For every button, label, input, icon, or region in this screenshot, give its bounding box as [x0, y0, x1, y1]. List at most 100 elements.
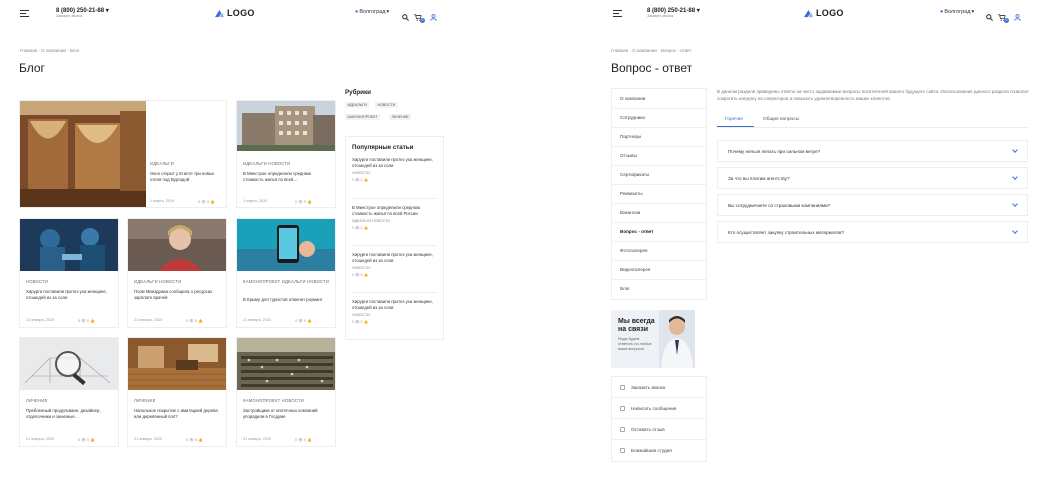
- menu-item-requisites[interactable]: Реквизиты: [620, 191, 643, 196]
- popular-item-category[interactable]: НОВОСТИ: [352, 171, 438, 175]
- card-category[interactable]: КАМОНОПРОЕКТ ИДЕАЛЬГИ НОВОСТИ: [243, 279, 333, 285]
- card-category[interactable]: ИДЕАЛЬГИ: [150, 161, 174, 166]
- card-title[interactable]: Пребленный продульваин, дизайнер, отдело…: [26, 408, 112, 420]
- blog-card[interactable]: КАМОНОПРОЕКТ НОВОСТИ Застройщики от ипот…: [236, 337, 336, 447]
- menu-item-faq[interactable]: Вопрос - ответ: [620, 229, 654, 234]
- logo-text: LOGO: [816, 8, 844, 18]
- menu-item-certificates[interactable]: Сертификаты: [620, 172, 649, 177]
- card-title[interactable]: Поэм Минздрава сообщила о ресурсах зарпл…: [134, 289, 220, 301]
- popular-item-stats: 0 👁 0 👍: [352, 273, 369, 277]
- blog-card[interactable]: ИДЕАЛЬГИ Окно открыт у Египте три новых …: [19, 100, 227, 208]
- promo-title: Мы всегда на связи: [618, 318, 655, 333]
- header-contacts[interactable]: 8 (800) 250-21-88 ▾ Заказать звонок: [56, 7, 109, 18]
- logo-icon: [215, 9, 224, 17]
- card-category[interactable]: ИДЕАЛЬГИ НОВОСТИ: [243, 161, 290, 166]
- menu-icon[interactable]: [20, 10, 29, 17]
- faq-question[interactable]: За что вы платим агентству?: [728, 176, 790, 181]
- faq-item[interactable]: Кто осуществляет закупку строительных ма…: [717, 221, 1028, 243]
- callback-link[interactable]: Заказать звонок: [647, 14, 700, 18]
- card-title[interactable]: Хирурги поставили протез уха женщине, от…: [26, 289, 112, 301]
- search-icon[interactable]: [402, 13, 409, 21]
- blog-card-image: [237, 219, 335, 271]
- card-category[interactable]: ЛИЧЕНИЕ: [26, 398, 48, 403]
- menu-item-vacancies[interactable]: Вакансии: [620, 210, 640, 215]
- blog-card[interactable]: ИДЕАЛЬГИ НОВОСТИ В Минстрое определили с…: [236, 100, 336, 208]
- chevron-down-icon[interactable]: [1012, 228, 1018, 234]
- blog-card[interactable]: ЛИЧЕНИЕ Напольное покрытие с имитацией д…: [127, 337, 227, 447]
- faq-question[interactable]: Почему нельзя лепать при сильном ветре?: [728, 149, 820, 154]
- order-call-label: Заказать звонок: [631, 385, 666, 390]
- blog-card[interactable]: ИДЕАЛЬГИ НОВОСТИ Поэм Минздрава сообщила…: [127, 218, 227, 328]
- blog-card[interactable]: ЛИЧЕНИЕ Пребленный продульваин, дизайнер…: [19, 337, 119, 447]
- nearest-studio-button[interactable]: Ближайшая студия: [620, 448, 672, 453]
- popular-item[interactable]: Хирурги поставили протез уха женщине, от…: [352, 157, 438, 182]
- city-select[interactable]: ● Волгоград ▾: [940, 9, 974, 15]
- menu-item-blog[interactable]: Блог: [620, 286, 630, 291]
- callback-link[interactable]: Заказать звонок: [56, 14, 109, 18]
- popular-item-stats: 0 👁 0 👍: [352, 178, 369, 182]
- card-title[interactable]: Напольное покрытие с имитацией дерева ил…: [134, 408, 220, 420]
- card-stats: 0 👁 0 👍: [78, 438, 95, 442]
- order-call-button[interactable]: Заказать звонок: [620, 385, 665, 390]
- card-category[interactable]: ЛИЧЕНИЕ: [134, 398, 156, 403]
- popular-item-title[interactable]: Хирурги поставили протез уха женщине, от…: [352, 252, 438, 264]
- card-category[interactable]: КАМОНОПРОЕКТ НОВОСТИ: [243, 398, 304, 403]
- city-select[interactable]: ● Волгоград ▾: [355, 9, 389, 15]
- cart-button[interactable]: 0: [414, 8, 425, 26]
- popular-item-category[interactable]: НОВОСТИ: [352, 266, 438, 270]
- blog-card[interactable]: КАМОНОПРОЕКТ ИДЕАЛЬГИ НОВОСТИ В Крыму дл…: [236, 218, 336, 328]
- chevron-down-icon[interactable]: [1012, 147, 1018, 153]
- tab-hot[interactable]: Горячие: [725, 117, 743, 122]
- faq-item[interactable]: Почему нельзя лепать при сильном ветре?: [717, 140, 1028, 162]
- menu-item-partners[interactable]: Партнеры: [620, 134, 641, 139]
- menu-item-photos[interactable]: Фотогалерея: [620, 248, 648, 253]
- popular-item-category[interactable]: ИДЕАЛЬГИ НОВОСТИ: [352, 219, 438, 223]
- popular-item-title[interactable]: Хирурги поставили протез уха женщине, от…: [352, 299, 438, 311]
- menu-item-about[interactable]: О компании: [620, 96, 645, 101]
- menu-item-reviews[interactable]: Отзывы: [620, 153, 637, 158]
- popular-item-title[interactable]: Хирурги поставили протез уха женщине, от…: [352, 157, 438, 169]
- tag[interactable]: НОВОСТИ: [375, 102, 398, 109]
- card-title[interactable]: В Крыму для туристов отменят роуминг: [243, 297, 329, 303]
- tag[interactable]: КАМОНОПРОЕКТ: [345, 114, 381, 121]
- blog-card[interactable]: НОВОСТИ Хирурги поставили протез уха жен…: [19, 218, 119, 328]
- menu-item-videos[interactable]: Видеогалерея: [620, 267, 650, 272]
- contact-promo[interactable]: Мы всегда на связи Рады будем ответить н…: [611, 310, 695, 368]
- user-icon[interactable]: [1014, 13, 1021, 21]
- faq-item[interactable]: За что вы платим агентству?: [717, 167, 1028, 189]
- nearest-studio-label: Ближайшая студия: [631, 448, 672, 453]
- popular-item[interactable]: В Минстрое определили среднюю стоимость …: [352, 205, 438, 230]
- cart-count: 0: [1004, 18, 1009, 23]
- header-contacts[interactable]: 8 (800) 250-21-88 ▾ Заказать звонок: [647, 7, 700, 18]
- faq-item[interactable]: Вы сотрудничаете со страховыми компаниям…: [717, 194, 1028, 216]
- logo[interactable]: LOGO: [804, 8, 844, 18]
- popular-item[interactable]: Хирурги поставили протез уха женщине, от…: [352, 252, 438, 277]
- blog-page: 8 (800) 250-21-88 ▾ Заказать звонок LOGO…: [0, 0, 524, 491]
- write-message-button[interactable]: Написать сообщение: [620, 406, 676, 411]
- tag[interactable]: ИДЕАЛЬГИ: [345, 102, 370, 109]
- menu-item-staff[interactable]: Сотрудники: [620, 115, 645, 120]
- user-icon[interactable]: [430, 13, 437, 21]
- card-category[interactable]: НОВОСТИ: [26, 279, 48, 284]
- breadcrumb[interactable]: Главная · О компании · Блог: [20, 48, 80, 53]
- card-title[interactable]: В Минстрое определили среднюю стоимость …: [243, 171, 329, 183]
- chevron-down-icon[interactable]: [1012, 174, 1018, 180]
- menu-icon[interactable]: [613, 10, 622, 17]
- popular-item-title[interactable]: В Минстрое определили среднюю стоимость …: [352, 205, 438, 217]
- tab-general[interactable]: Общие вопросы: [763, 117, 799, 122]
- card-category[interactable]: ИДЕАЛЬГИ НОВОСТИ: [134, 279, 181, 284]
- search-icon[interactable]: [986, 13, 993, 21]
- card-title[interactable]: Застройщики от ипотечных компаний упоряд…: [243, 408, 329, 420]
- chevron-down-icon[interactable]: [1012, 201, 1018, 207]
- popular-item[interactable]: Хирурги поставили протез уха женщине, от…: [352, 299, 438, 324]
- logo[interactable]: LOGO: [215, 8, 255, 18]
- faq-question[interactable]: Кто осуществляет закупку строительных ма…: [728, 230, 844, 235]
- tag[interactable]: ЛИЧЕНИЕ: [389, 114, 412, 121]
- leave-review-button[interactable]: Оставить отзыв: [620, 427, 665, 432]
- cart-button[interactable]: 0: [998, 8, 1009, 26]
- faq-question[interactable]: Вы сотрудничаете со страховыми компаниям…: [728, 203, 830, 208]
- breadcrumb[interactable]: Главная · О компании · Вопрос - ответ: [611, 48, 691, 53]
- card-title[interactable]: Окно открыт у Египте три новых отеля под…: [150, 171, 222, 183]
- popular-item-category[interactable]: НОВОСТИ: [352, 313, 438, 317]
- city-name: Волгоград: [944, 9, 971, 15]
